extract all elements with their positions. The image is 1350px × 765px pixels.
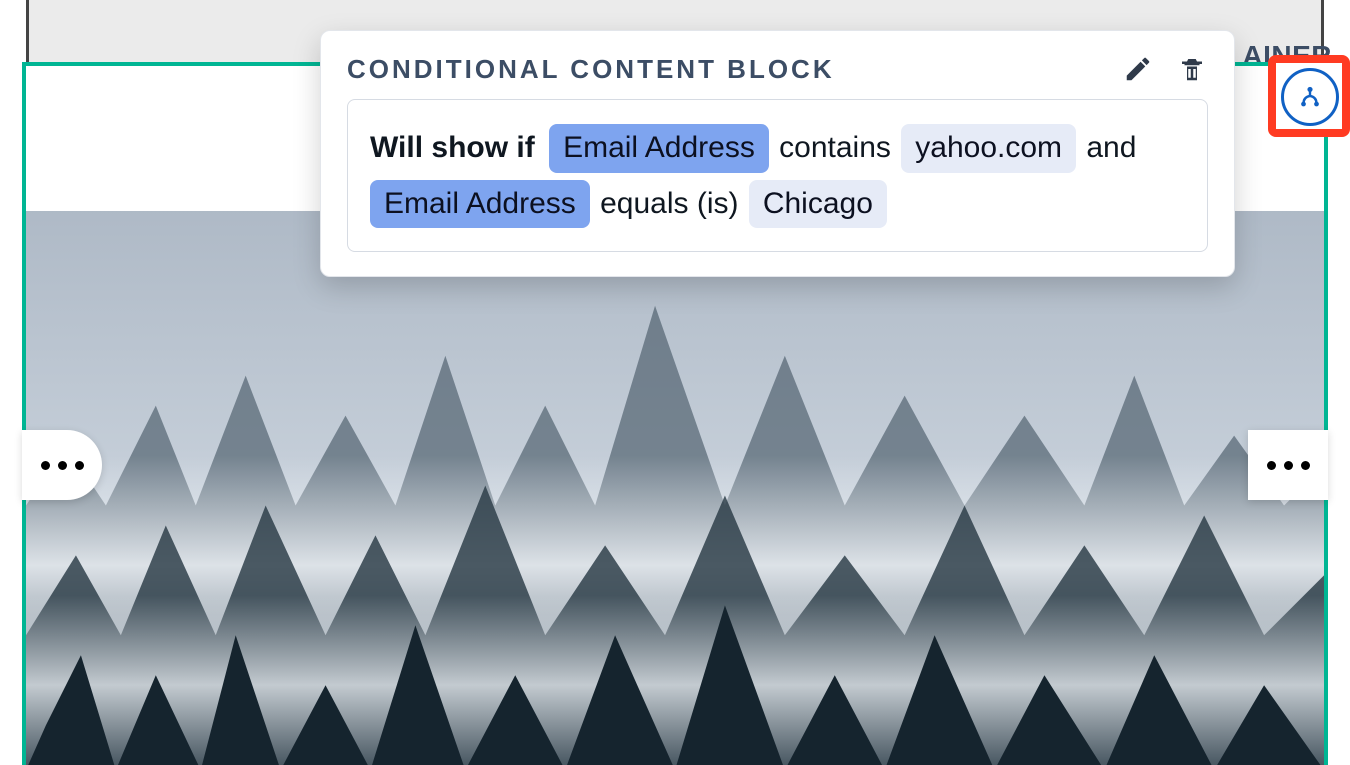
rule-field-1: Email Address [549, 124, 769, 173]
pencil-icon [1123, 54, 1153, 84]
block-handle-right[interactable] [1248, 430, 1328, 500]
rule-operator-2: equals (is) [598, 187, 740, 220]
more-icon [1267, 461, 1310, 470]
rule-value-1: yahoo.com [901, 124, 1076, 173]
rule-value-2: Chicago [749, 180, 887, 229]
rule-prefix: Will show if [370, 131, 535, 164]
rule-field-2: Email Address [370, 180, 590, 229]
edit-button[interactable] [1122, 53, 1154, 85]
trash-icon [1177, 54, 1207, 84]
popup-title: Conditional Content Block [347, 54, 835, 85]
more-icon [41, 461, 84, 470]
delete-button[interactable] [1176, 53, 1208, 85]
rule-operator-1: contains [777, 131, 893, 164]
branch-icon [1297, 84, 1323, 110]
conditional-block-indicator[interactable] [1275, 62, 1345, 132]
conditional-content-popup: Conditional Content Block Will show if E… [320, 30, 1235, 277]
hero-image [26, 211, 1324, 765]
rule-conjunction: and [1084, 131, 1138, 164]
block-handle-left[interactable] [22, 430, 102, 500]
condition-rule-summary: Will show if Email Address contains yaho… [347, 99, 1208, 252]
